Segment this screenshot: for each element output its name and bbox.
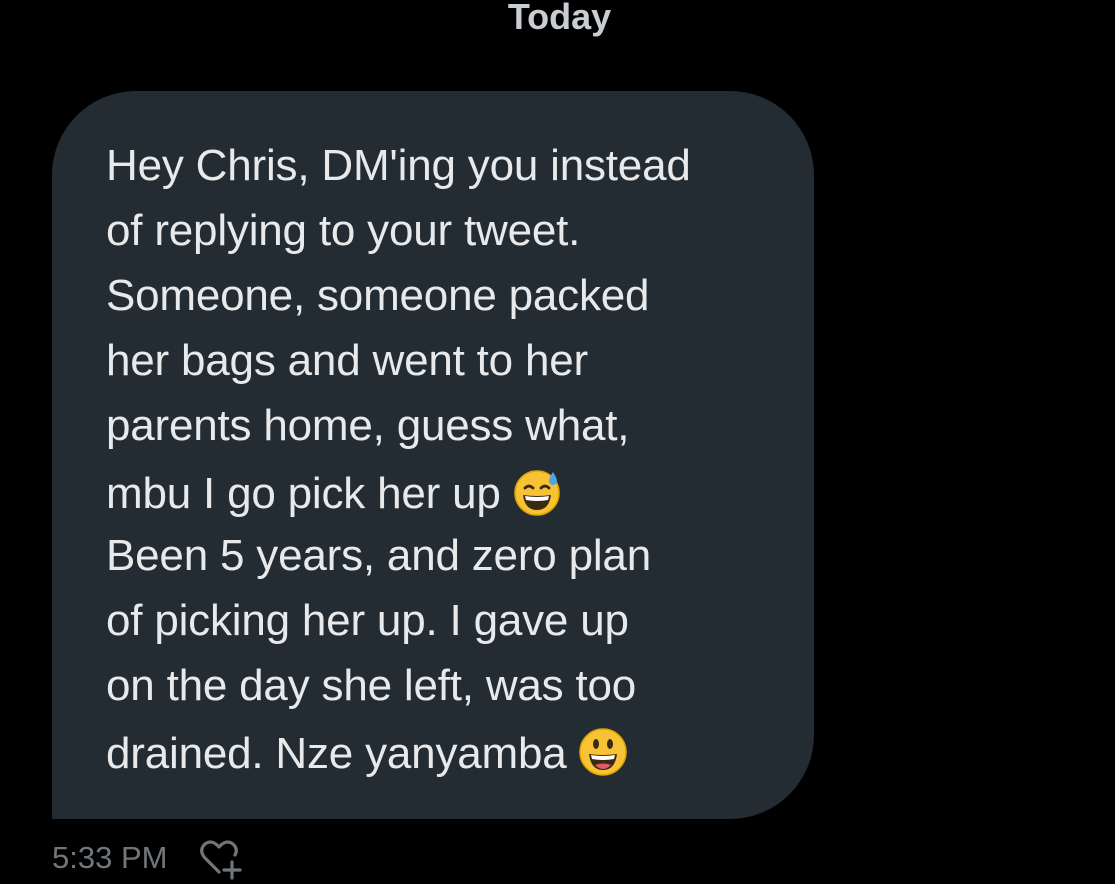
date-divider: Today [0, 0, 1115, 36]
heart-plus-icon [200, 840, 243, 880]
message-line-text: mbu I go pick her up [106, 469, 501, 518]
message-line: of picking her up. I gave up [106, 596, 629, 645]
message-line: on the day she left, was too [106, 661, 637, 710]
message-line-with-emoji: mbu I go pick her up [106, 466, 563, 519]
date-divider-label: Today [507, 0, 612, 37]
message-line: Been 5 years, and zero plan [106, 531, 651, 580]
message-line-text: drained. Nze yanyamba [106, 729, 567, 778]
message-bubble[interactable]: Hey Chris, DM'ing you instead of replyin… [52, 91, 814, 819]
message-meta: 5:33 PM [52, 836, 243, 880]
message-timestamp: 5:33 PM [52, 840, 168, 875]
dm-conversation-screen: Today Hey Chris, DM'ing you instead of r… [0, 0, 1115, 884]
message-line: her bags and went to her [106, 336, 588, 385]
message-line: parents home, guess what, [106, 401, 630, 450]
message-line: Hey Chris, DM'ing you instead [106, 141, 691, 190]
grinning-face-icon [578, 728, 627, 776]
message-line-with-emoji: drained. Nze yanyamba [106, 726, 629, 779]
message-line: of replying to your tweet. [106, 206, 581, 255]
grinning-face-with-sweat-icon [513, 470, 560, 516]
add-reaction-button[interactable] [195, 834, 243, 882]
message-line: Someone, someone packed [106, 271, 650, 320]
